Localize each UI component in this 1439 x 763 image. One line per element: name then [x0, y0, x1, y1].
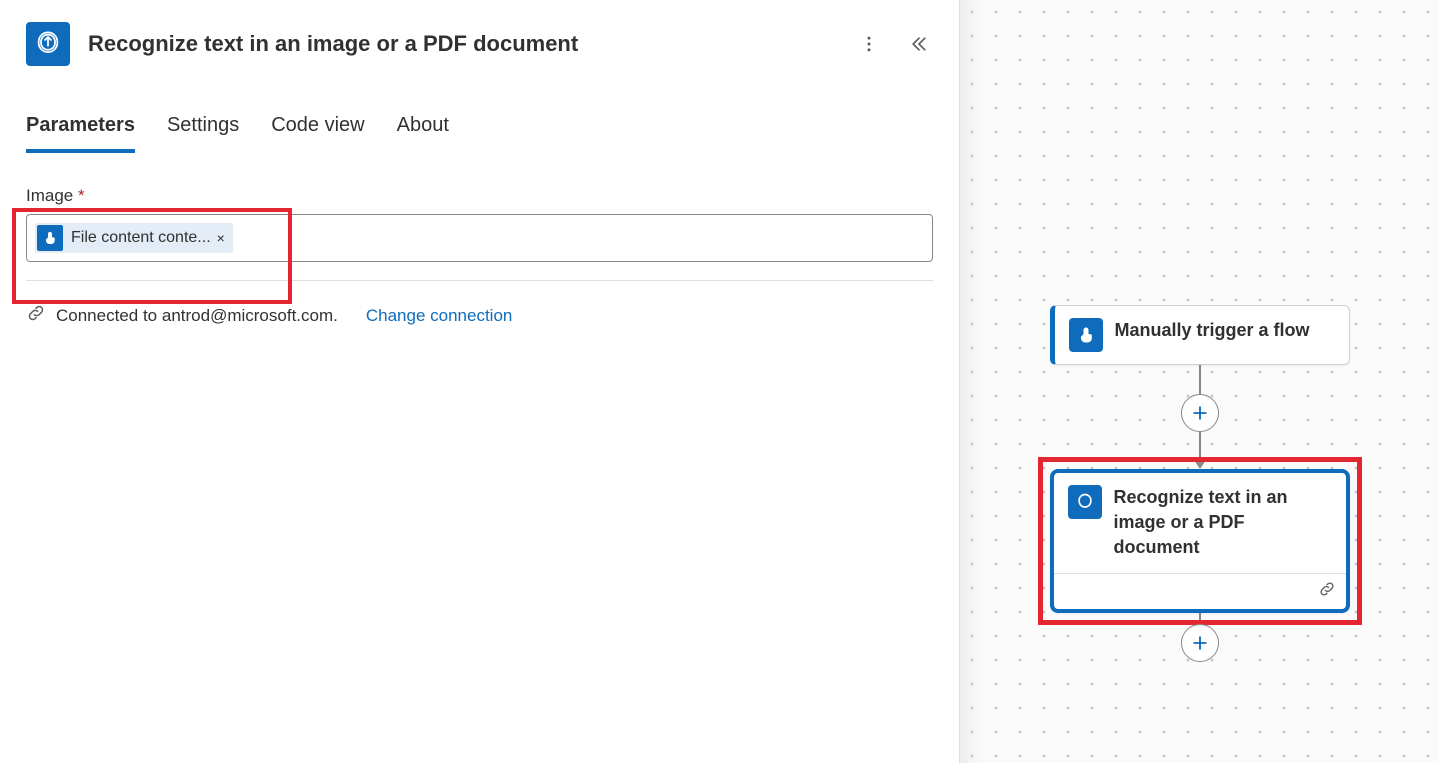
tab-about[interactable]: About	[397, 114, 449, 153]
connection-status: Connected to antrod@microsoft.com.	[56, 306, 338, 326]
tabs: Parameters Settings Code view About	[0, 76, 959, 154]
flow-edge	[1199, 429, 1201, 461]
action-icon	[26, 22, 70, 66]
add-step-button[interactable]	[1181, 394, 1219, 432]
field-label-image: Image *	[26, 186, 933, 206]
panel-title: Recognize text in an image or a PDF docu…	[88, 31, 855, 57]
flow-node-trigger[interactable]: Manually trigger a flow	[1050, 305, 1350, 365]
token-label: File content conte...	[71, 229, 211, 247]
tab-parameters[interactable]: Parameters	[26, 114, 135, 153]
node-footer	[1054, 573, 1346, 609]
add-step-button[interactable]	[1181, 624, 1219, 662]
panel-header: Recognize text in an image or a PDF docu…	[0, 0, 959, 76]
divider	[26, 280, 933, 281]
token-remove-button[interactable]: ×	[217, 230, 225, 246]
link-icon	[1318, 580, 1336, 603]
touch-icon	[37, 225, 63, 251]
flow-canvas[interactable]: Manually trigger a flow Recognize text i…	[960, 0, 1439, 763]
node-title: Recognize text in an image or a PDF docu…	[1114, 485, 1332, 561]
collapse-panel-button[interactable]	[905, 30, 933, 58]
tab-code-view[interactable]: Code view	[271, 114, 364, 153]
flow-edge	[1199, 365, 1201, 397]
connection-row: Connected to antrod@microsoft.com. Chang…	[26, 299, 933, 332]
more-options-button[interactable]	[855, 30, 883, 58]
action-config-panel: Recognize text in an image or a PDF docu…	[0, 0, 960, 763]
touch-icon	[1069, 318, 1103, 352]
dynamic-content-token[interactable]: File content conte... ×	[35, 223, 233, 253]
image-input[interactable]: File content conte... ×	[26, 214, 933, 262]
link-icon	[26, 303, 46, 328]
arrowhead-icon	[1194, 460, 1206, 469]
required-indicator: *	[78, 186, 85, 205]
tab-settings[interactable]: Settings	[167, 114, 239, 153]
change-connection-link[interactable]: Change connection	[366, 306, 513, 326]
node-title: Manually trigger a flow	[1115, 318, 1310, 343]
ai-icon	[1068, 485, 1102, 519]
flow-node-action[interactable]: Recognize text in an image or a PDF docu…	[1050, 469, 1350, 613]
